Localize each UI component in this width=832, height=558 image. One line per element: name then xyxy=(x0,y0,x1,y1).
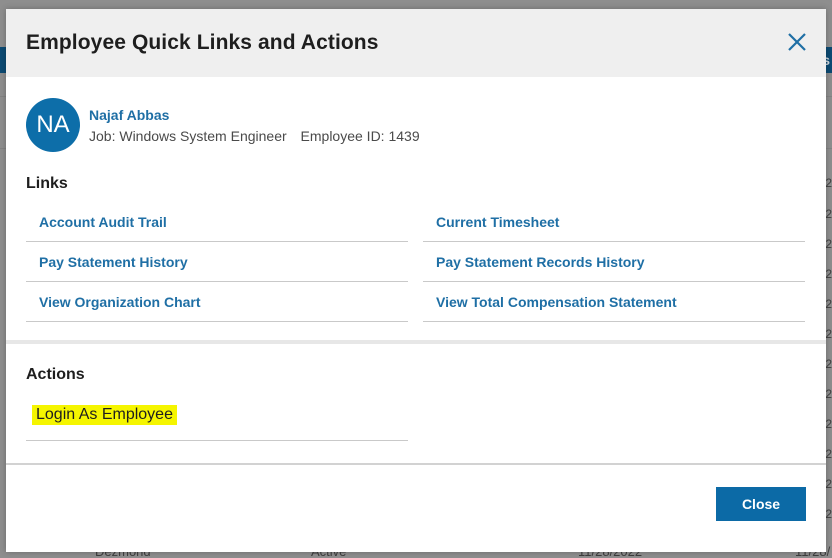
section-divider xyxy=(6,340,826,344)
employee-name-link[interactable]: Najaf Abbas xyxy=(89,107,169,123)
employee-id: Employee ID: 1439 xyxy=(300,128,420,144)
link-view-organization-chart[interactable]: View Organization Chart xyxy=(26,282,408,322)
footer-divider xyxy=(6,463,826,465)
links-section-title: Links xyxy=(26,175,68,192)
link-label[interactable]: Pay Statement History xyxy=(39,254,188,270)
link-label[interactable]: Pay Statement Records History xyxy=(436,254,645,270)
link-label[interactable]: View Organization Chart xyxy=(39,294,201,310)
modal-header: Employee Quick Links and Actions xyxy=(6,9,826,77)
action-login-as-employee[interactable]: Login As Employee xyxy=(26,401,408,441)
employee-job: Job: Windows System Engineer xyxy=(89,128,287,144)
avatar: NA xyxy=(26,98,80,152)
link-account-audit-trail[interactable]: Account Audit Trail xyxy=(26,202,408,242)
link-view-total-compensation-statement[interactable]: View Total Compensation Statement xyxy=(423,282,805,322)
link-label[interactable]: Current Timesheet xyxy=(436,214,559,230)
employee-details: Job: Windows System Engineer Employee ID… xyxy=(89,128,420,144)
link-current-timesheet[interactable]: Current Timesheet xyxy=(423,202,805,242)
link-pay-statement-records-history[interactable]: Pay Statement Records History xyxy=(423,242,805,282)
link-label[interactable]: View Total Compensation Statement xyxy=(436,294,677,310)
close-button[interactable]: Close xyxy=(716,487,806,521)
action-label[interactable]: Login As Employee xyxy=(32,405,177,425)
close-icon[interactable] xyxy=(786,31,808,53)
modal-title: Employee Quick Links and Actions xyxy=(26,31,379,54)
link-label[interactable]: Account Audit Trail xyxy=(39,214,167,230)
quick-links-modal: Employee Quick Links and Actions NA Naja… xyxy=(6,9,826,552)
link-pay-statement-history[interactable]: Pay Statement History xyxy=(26,242,408,282)
actions-section-title: Actions xyxy=(26,366,85,383)
